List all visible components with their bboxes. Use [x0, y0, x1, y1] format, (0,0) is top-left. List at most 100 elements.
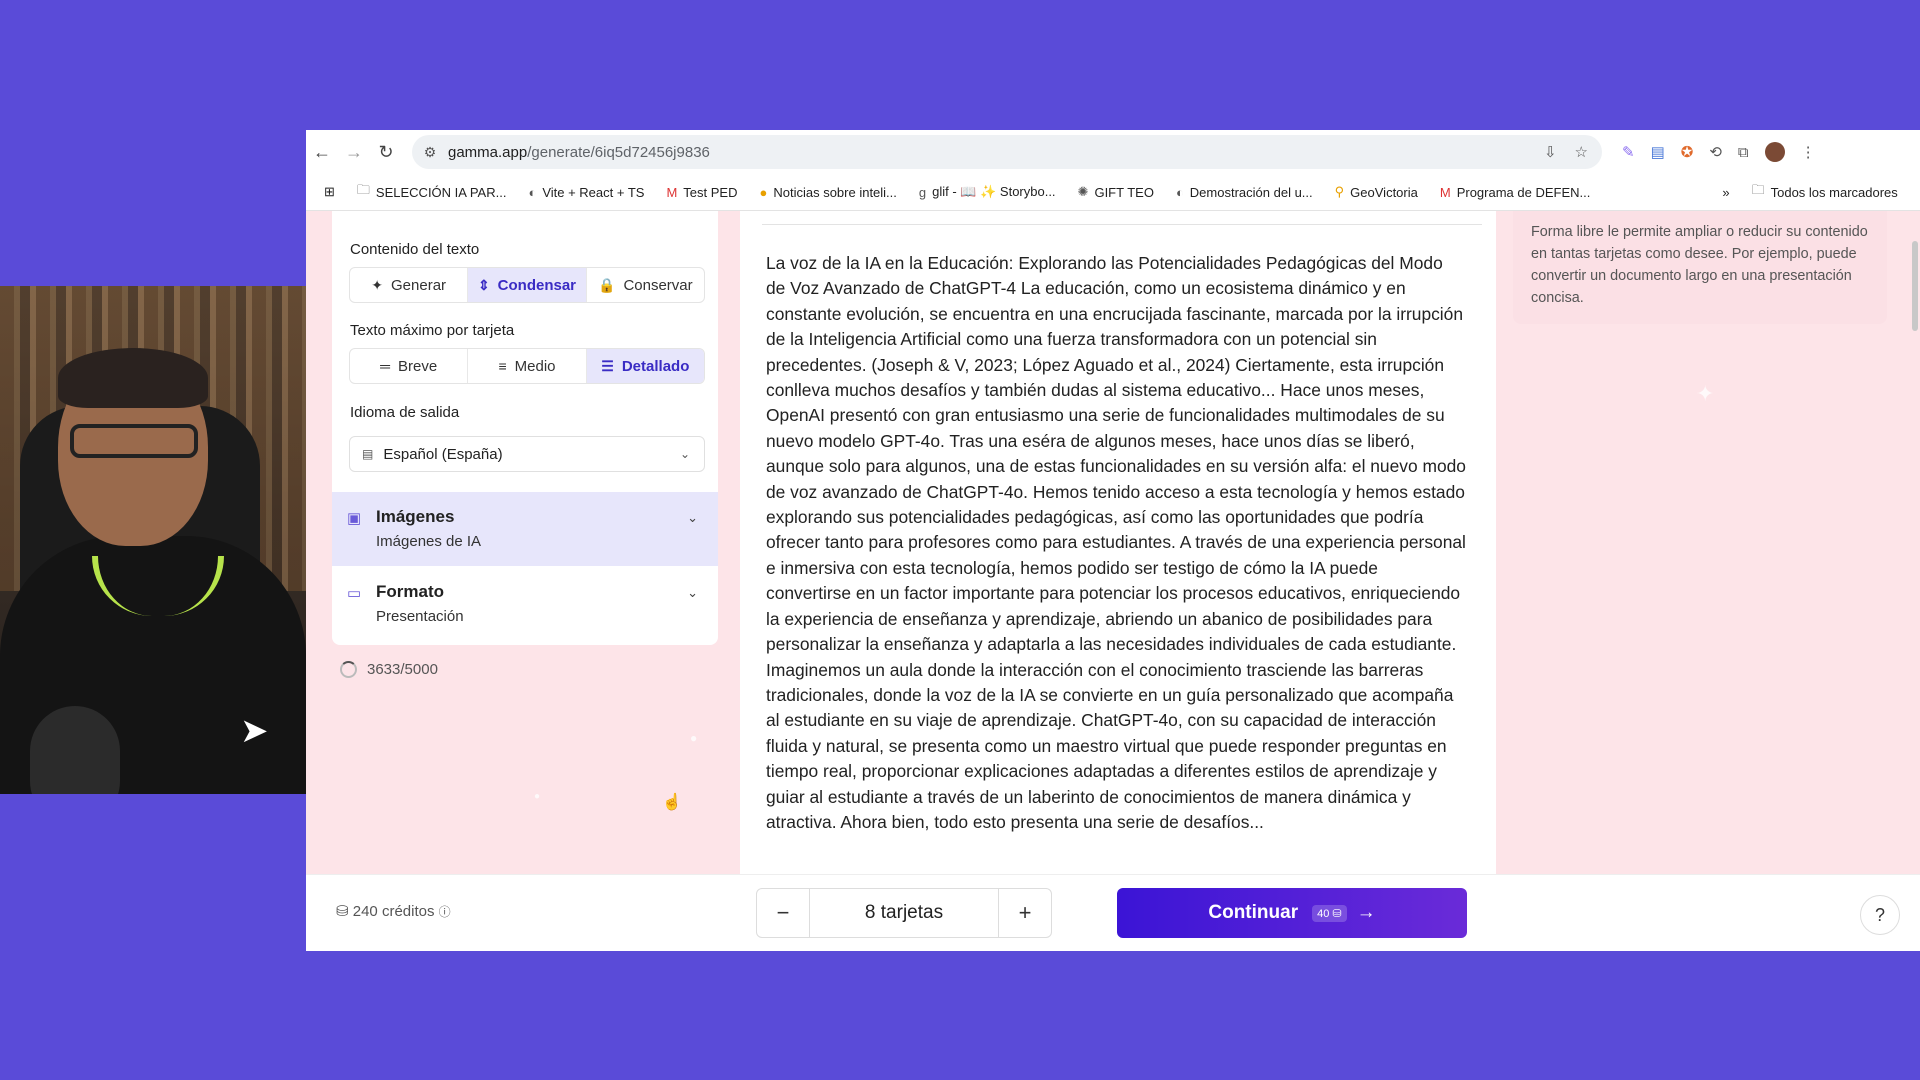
- cost-badge: 40 ⛁: [1312, 904, 1347, 922]
- format-title: Formato: [376, 582, 444, 601]
- progress-ring-icon: [340, 661, 357, 678]
- forward-icon[interactable]: →: [338, 142, 370, 163]
- language-select[interactable]: ▤ Español (España) ⌄: [349, 436, 705, 472]
- footer-bar: ⛁ 240 créditos ⓘ − 8 tarjetas + Continua…: [306, 874, 1920, 951]
- globe-icon: ◐: [1175, 184, 1184, 200]
- generate-option[interactable]: ✦ Generar: [350, 268, 469, 302]
- bookmark-2[interactable]: M Test PED: [666, 185, 737, 200]
- detailed-option[interactable]: ☰ Detallado: [586, 349, 704, 383]
- paper-plane-logo-icon: ➤: [240, 712, 269, 750]
- webcam-overlay: ➤: [0, 286, 306, 794]
- more-bookmarks-icon[interactable]: »: [1722, 185, 1729, 200]
- docs-extension-icon[interactable]: ▤: [1651, 143, 1665, 161]
- compass-extension-icon[interactable]: ✪: [1681, 143, 1694, 161]
- install-app-icon[interactable]: ⇩: [1544, 143, 1557, 161]
- images-subtitle: Imágenes de IA: [376, 533, 482, 550]
- reload-icon[interactable]: ↻: [370, 142, 402, 163]
- bookmark-star-icon[interactable]: ☆: [1575, 143, 1588, 161]
- bookmark-6[interactable]: ◐ Demostración del u...: [1176, 185, 1313, 200]
- bookmarks-bar: ⊞ 🗀 SELECCIÓN IA PAR... ◐ Vite + React + T…: [306, 174, 1920, 211]
- menu-kebab-icon[interactable]: ⋮: [1801, 143, 1816, 161]
- images-section[interactable]: ▣ Imágenes Imágenes de IA ⌄ ☝: [332, 492, 718, 811]
- chevron-down-icon[interactable]: ⌄: [687, 585, 698, 601]
- increment-button[interactable]: +: [999, 889, 1051, 937]
- card-count-stepper: − 8 tarjetas +: [756, 888, 1052, 938]
- tip-card: Forma libre le permite ampliar o reducir…: [1513, 211, 1887, 324]
- folder-icon: 🗀: [1751, 182, 1765, 197]
- settings-panel: Contenido del texto ✦ Generar ⇕ Condensar …: [332, 211, 718, 811]
- credits: ⛁ 240 créditos ⓘ: [336, 903, 451, 920]
- glasses: [70, 424, 198, 458]
- site-settings-icon[interactable]: ⚙: [412, 144, 448, 161]
- lock-icon: 🔒: [598, 276, 616, 293]
- medium-lines-icon: ≡: [498, 358, 507, 374]
- bookmark-8[interactable]: M Programa de DEFEN...: [1440, 185, 1591, 200]
- puzzle-extensions-icon[interactable]: ⧉: [1738, 144, 1749, 161]
- profile-avatar[interactable]: [1764, 142, 1785, 162]
- image-icon: ▣: [347, 510, 362, 527]
- chevron-down-icon: ⌄: [679, 447, 690, 461]
- url-host: gamma.app: [448, 143, 528, 161]
- coins-icon: ⛁: [336, 903, 349, 920]
- tip-text: Forma libre le permite ampliar o reducir…: [1531, 224, 1868, 306]
- bookmark-4[interactable]: ɡ glif - 📖 ✨ Storybo...: [919, 184, 1056, 200]
- globe-icon: ◐: [528, 184, 537, 200]
- pen-extension-icon[interactable]: ✎: [1622, 143, 1635, 161]
- format-subtitle: Presentación: [376, 608, 464, 625]
- mouse-pointer-icon: ☝: [662, 794, 682, 811]
- bookmark-3[interactable]: ● Noticias sobre inteli...: [759, 185, 896, 200]
- extensions-area: ✎ ▤ ✪ ⟲ ⧉ ⋮: [1622, 142, 1816, 162]
- sparkle-icon: ●: [534, 791, 541, 802]
- browser-window: ← → ↻ ⚙ gamma.app/generate/6iq5d72456j98…: [306, 130, 1920, 951]
- url-path: /generate/6iq5d72456j9836: [527, 143, 710, 161]
- sparkle-icon: ✦: [1696, 381, 1715, 406]
- apps-grid-icon[interactable]: ⊞: [324, 184, 335, 200]
- sparkle-icon: ●: [690, 731, 698, 745]
- chevron-down-icon[interactable]: ⌄: [687, 510, 698, 526]
- layout-icon: ▭: [347, 585, 362, 602]
- arrow-right-icon: →: [1356, 902, 1376, 923]
- info-icon[interactable]: ⓘ: [439, 905, 451, 919]
- character-counter: 3633/5000: [340, 661, 438, 678]
- document-text[interactable]: La voz de la IA en la Educación: Explora…: [766, 251, 1466, 835]
- glif-icon: ɡ: [918, 184, 927, 200]
- images-title: Imágenes: [376, 507, 455, 526]
- news-icon: ●: [759, 184, 768, 200]
- translate-icon: ▤: [362, 447, 374, 461]
- condense-option[interactable]: ⇕ Condensar: [468, 268, 587, 302]
- bookmark-1[interactable]: ◐ Vite + React + TS: [528, 185, 644, 200]
- continue-button[interactable]: Continuar 40 ⛁ →: [1117, 888, 1467, 938]
- document-editor[interactable]: La voz de la IA en la Educación: Explora…: [740, 211, 1496, 950]
- text-content-segmented: ✦ Generar ⇕ Condensar 🔒 Conservar: [349, 267, 705, 303]
- back-icon[interactable]: ←: [306, 142, 338, 163]
- gmail-icon: M: [666, 184, 678, 200]
- text-content-label: Contenido del texto: [350, 241, 480, 258]
- browser-toolbar: ← → ↻ ⚙ gamma.app/generate/6iq5d72456j98…: [306, 130, 1920, 174]
- address-bar[interactable]: ⚙ gamma.app/generate/6iq5d72456j9836 ⇩ ☆: [412, 135, 1602, 169]
- brief-option[interactable]: ═ Breve: [350, 349, 469, 383]
- long-lines-icon: ☰: [601, 357, 614, 374]
- microphone: [30, 706, 120, 794]
- language-label: Idioma de salida: [350, 404, 460, 421]
- openai-icon: ✺: [1077, 184, 1089, 199]
- help-button[interactable]: ?: [1860, 895, 1900, 935]
- preserve-option[interactable]: 🔒 Conservar: [587, 268, 704, 302]
- person-hair: [58, 348, 208, 408]
- pin-icon: ⚲: [1334, 184, 1345, 199]
- card-count-value[interactable]: 8 tarjetas: [809, 889, 999, 937]
- sparkle-icon: ✦: [371, 276, 384, 293]
- format-section[interactable]: ▭ Formato Presentación ⌄: [332, 567, 718, 645]
- bookmark-0[interactable]: 🗀 SELECCIÓN IA PAR...: [357, 181, 507, 203]
- sync-extension-icon[interactable]: ⟲: [1709, 143, 1722, 161]
- divider: [762, 224, 1482, 225]
- gmail-icon: M: [1439, 184, 1451, 200]
- max-text-label: Texto máximo por tarjeta: [350, 322, 515, 339]
- bookmark-5[interactable]: ✺ GIFT TEO: [1078, 184, 1154, 200]
- medium-option[interactable]: ≡ Medio: [468, 349, 587, 383]
- bookmark-7[interactable]: ⚲ GeoVictoria: [1335, 184, 1418, 200]
- scrollbar[interactable]: [1912, 241, 1918, 331]
- decrement-button[interactable]: −: [757, 889, 809, 937]
- short-lines-icon: ═: [380, 358, 391, 374]
- all-bookmarks[interactable]: 🗀 Todos los marcadores: [1752, 181, 1898, 203]
- max-text-segmented: ═ Breve ≡ Medio ☰ Detallado: [349, 348, 705, 384]
